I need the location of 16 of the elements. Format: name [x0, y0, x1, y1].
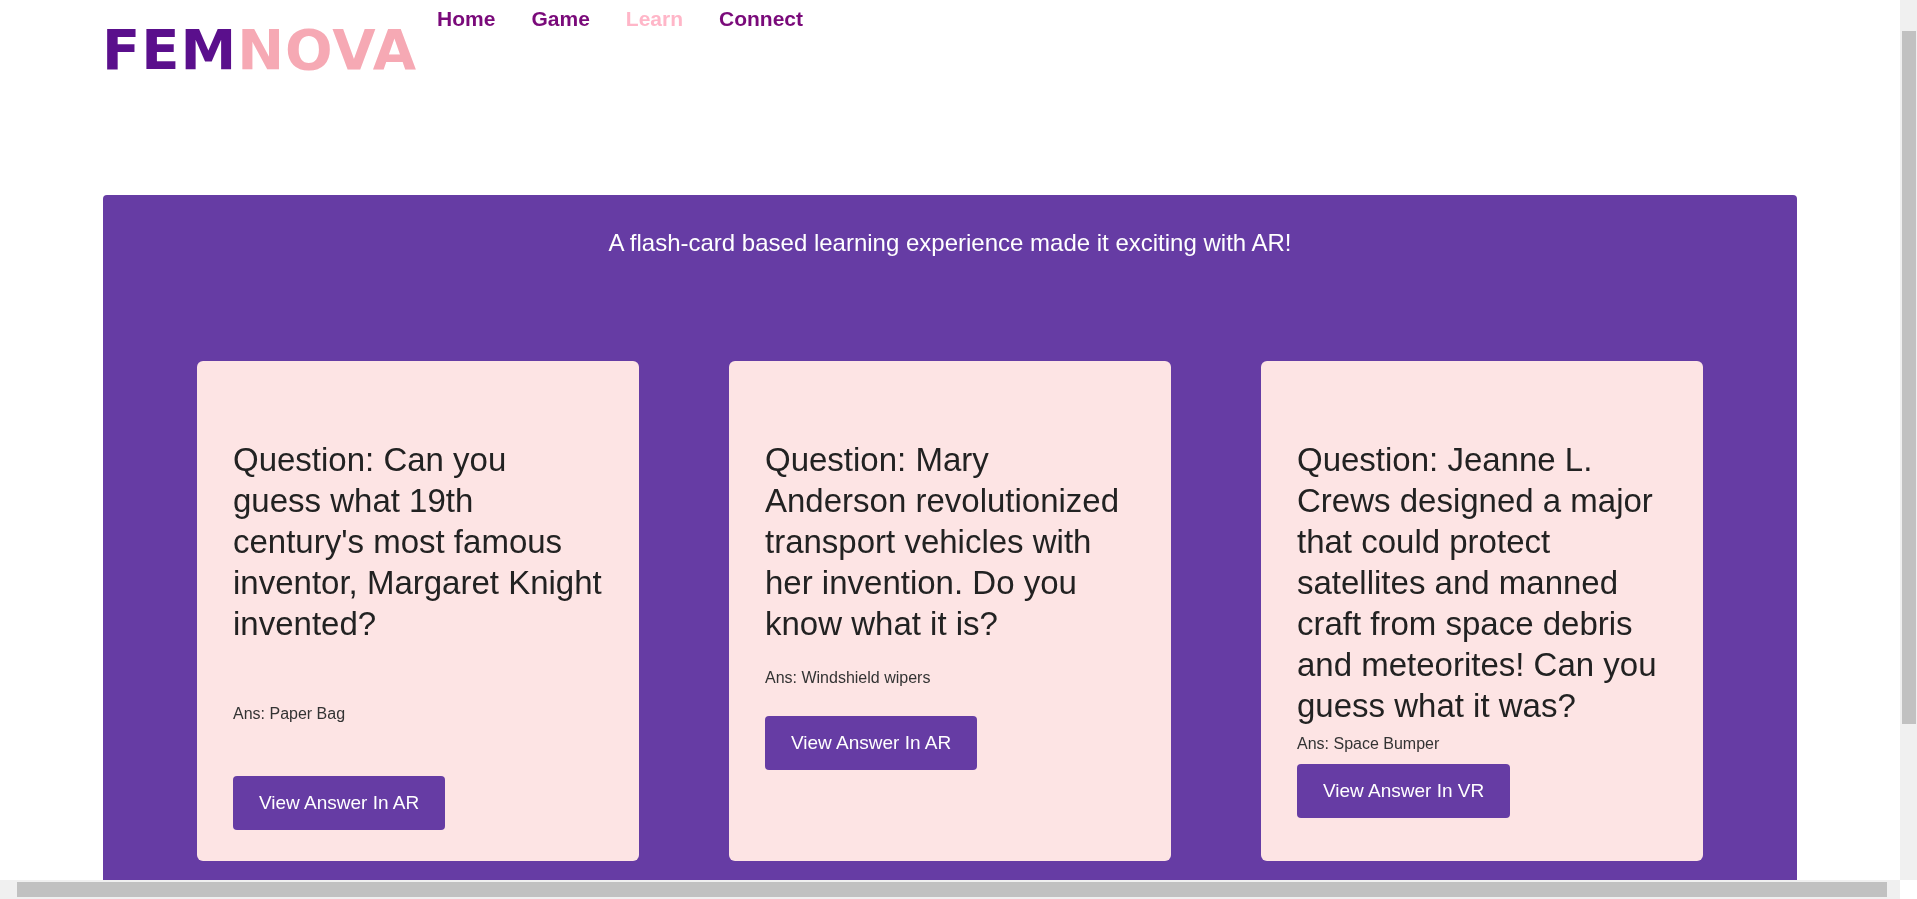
answer-text: Ans: Windshield wipers — [765, 668, 932, 688]
nav-link[interactable]: Home — [437, 3, 496, 35]
vertical-scrollbar[interactable] — [1900, 0, 1917, 880]
question-text: Question: Mary Anderson revolutionized transport vehicles with her invention. Do you know what it is? — [765, 440, 1121, 644]
horizontal-scrollbar[interactable] — [0, 880, 1900, 899]
answer-text: Ans: Space Bumper — [1297, 734, 1441, 754]
intro-text: A flash-card based learning experience made it exciting with AR! — [608, 228, 1292, 258]
logo: FEMNOVA — [102, 28, 418, 72]
answer-text: Ans: Paper Bag — [233, 704, 347, 724]
view-answer-button[interactable]: View Answer In AR — [765, 716, 978, 770]
nav-link[interactable]: Game — [531, 3, 590, 35]
question-text: Question: Can you guess what 19th century's most famous inventor, Margaret Knight invented? — [233, 440, 603, 644]
view-answer-button[interactable]: View Answer In VR — [1297, 764, 1511, 818]
nav-link[interactable]: Connect — [719, 3, 803, 35]
question-text: Question: Jeanne L. Crews designed a major that could protect satellites and manned craft from space debris and meteorites! Can you guess what it was? — [1297, 440, 1658, 726]
view-answer-button[interactable]: View Answer In AR — [233, 776, 446, 830]
